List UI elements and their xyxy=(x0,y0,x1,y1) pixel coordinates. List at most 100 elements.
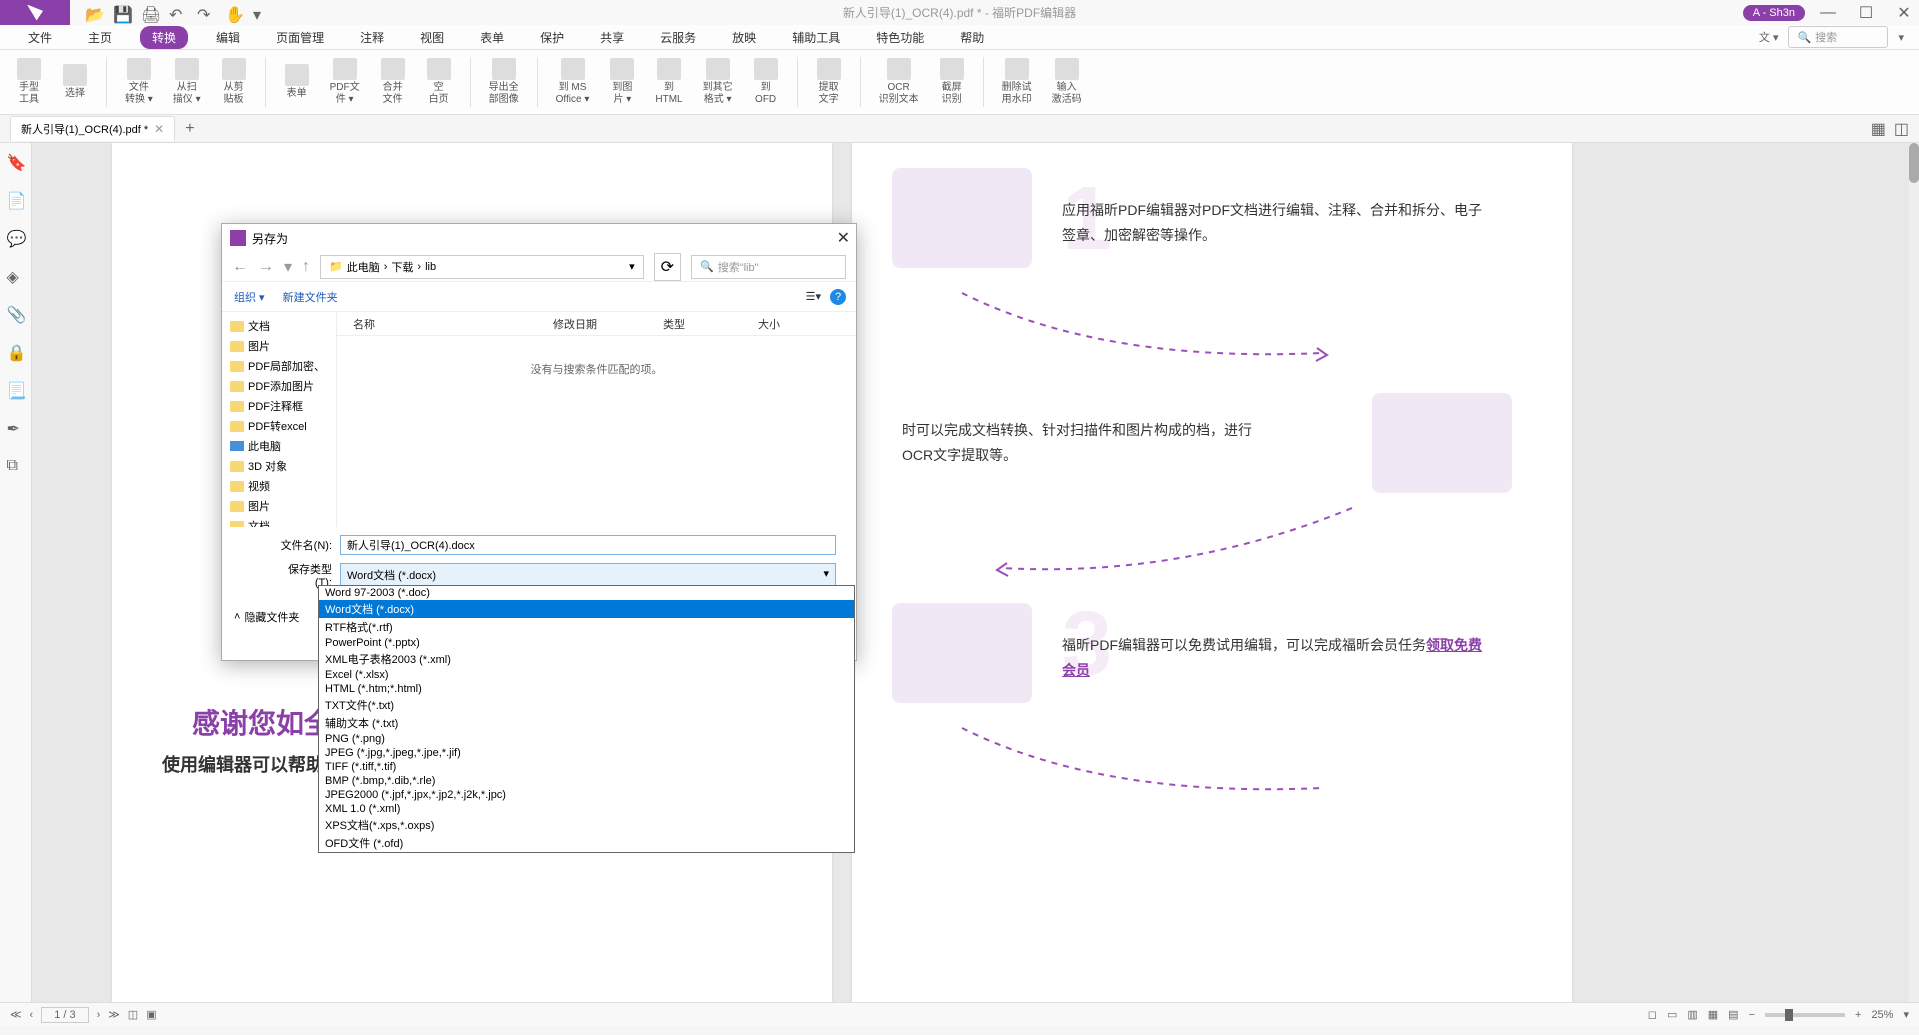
zoom-dropdown-icon[interactable]: ▾ xyxy=(1903,1008,1909,1021)
ribbon-button-6[interactable]: PDF文 件 ▾ xyxy=(324,56,366,108)
search-box[interactable]: 🔍 搜索 xyxy=(1788,26,1888,48)
nav-forward-icon[interactable]: → xyxy=(258,258,274,276)
view-mode-5[interactable]: ▤ xyxy=(1728,1008,1738,1021)
view-mode-4[interactable]: ▦ xyxy=(1708,1008,1718,1021)
ribbon-button-18[interactable]: 删除试 用水印 xyxy=(996,56,1038,108)
redo-icon[interactable]: ↷ xyxy=(197,5,213,21)
attachment-icon[interactable]: 📎 xyxy=(7,305,25,323)
close-button[interactable]: ✕ xyxy=(1889,0,1919,25)
dropdown-option[interactable]: RTF格式(*.rtf) xyxy=(319,618,854,636)
dropdown-option[interactable]: Excel (*.xlsx) xyxy=(319,668,854,682)
collapse-ribbon-icon[interactable]: ▾ xyxy=(1898,31,1904,44)
ribbon-button-12[interactable]: 到 HTML xyxy=(649,56,688,108)
ribbon-button-0[interactable]: 手型 工具 xyxy=(10,56,48,108)
page-info[interactable]: 1 / 3 xyxy=(41,1007,88,1023)
tree-item[interactable]: 文档 xyxy=(226,516,332,527)
security-icon[interactable]: 🔒 xyxy=(7,343,25,361)
bookmark-icon[interactable]: 🔖 xyxy=(7,153,25,171)
filetype-select[interactable]: Word文档 (*.docx) ▾ xyxy=(340,563,836,587)
help-icon[interactable]: ? xyxy=(830,289,846,305)
dropdown-option[interactable]: XPS文档(*.xps,*.oxps) xyxy=(319,816,854,834)
last-page-icon[interactable]: ≫ xyxy=(108,1008,120,1021)
ribbon-button-14[interactable]: 到 OFD xyxy=(747,56,785,108)
prev-page-icon[interactable]: ‹ xyxy=(30,1009,34,1021)
nav-up-icon[interactable]: ↑ xyxy=(302,258,310,276)
filename-input[interactable] xyxy=(340,535,836,555)
dropdown-option[interactable]: Word 97-2003 (*.doc) xyxy=(319,586,854,600)
panel-icon[interactable]: ◫ xyxy=(1894,119,1909,139)
tree-item[interactable]: 图片 xyxy=(226,496,332,516)
menu-help[interactable]: 帮助 xyxy=(952,26,992,49)
filetype-dropdown[interactable]: Word 97-2003 (*.doc)Word文档 (*.docx)RTF格式… xyxy=(318,585,855,853)
menu-view[interactable]: 视图 xyxy=(412,26,452,49)
dropdown-option[interactable]: XML 1.0 (*.xml) xyxy=(319,802,854,816)
menu-home[interactable]: 主页 xyxy=(80,26,120,49)
new-folder-button[interactable]: 新建文件夹 xyxy=(283,289,338,305)
dropdown-option[interactable]: TIFF (*.tiff,*.tif) xyxy=(319,760,854,774)
zoom-in-icon[interactable]: + xyxy=(1855,1009,1861,1021)
col-size[interactable]: 大小 xyxy=(758,316,818,332)
tab-close-icon[interactable]: ✕ xyxy=(154,122,164,136)
ribbon-button-17[interactable]: 截屏 识别 xyxy=(933,56,971,108)
ribbon-button-15[interactable]: 提取 文字 xyxy=(810,56,848,108)
zoom-level[interactable]: 25% xyxy=(1871,1009,1893,1021)
menu-share[interactable]: 共享 xyxy=(592,26,632,49)
tree-item[interactable]: 3D 对象 xyxy=(226,456,332,476)
user-badge[interactable]: A - Sh3n xyxy=(1743,5,1805,21)
ribbon-button-3[interactable]: 从扫 描仪 ▾ xyxy=(167,56,207,108)
view-options-icon[interactable]: ☰▾ xyxy=(806,290,821,303)
menu-edit[interactable]: 编辑 xyxy=(208,26,248,49)
dropdown-option[interactable]: Word文档 (*.docx) xyxy=(319,600,854,618)
ribbon-button-8[interactable]: 空 白页 xyxy=(420,56,458,108)
save-icon[interactable]: 💾 xyxy=(113,5,129,21)
tree-item[interactable]: PDF添加图片 xyxy=(226,376,332,396)
tree-item[interactable]: 此电脑 xyxy=(226,436,332,456)
tree-item[interactable]: 视频 xyxy=(226,476,332,496)
crumb-2[interactable]: lib xyxy=(425,261,436,273)
zoom-slider-thumb[interactable] xyxy=(1785,1009,1793,1021)
first-page-icon[interactable]: ≪ xyxy=(10,1008,22,1021)
menu-annotate[interactable]: 注释 xyxy=(352,26,392,49)
layers-icon[interactable]: ◈ xyxy=(7,267,25,285)
tree-item[interactable]: PDF局部加密、 xyxy=(226,356,332,376)
ribbon-button-16[interactable]: OCR 识别文本 xyxy=(873,56,925,108)
file-list[interactable]: 名称 修改日期 类型 大小 没有与搜索条件匹配的项。 xyxy=(337,312,856,527)
compare-icon[interactable]: ⧉ xyxy=(7,457,25,475)
grid-view-icon[interactable]: ▦ xyxy=(1871,119,1886,139)
tree-item[interactable]: PDF转excel xyxy=(226,416,332,436)
qat-dropdown-icon[interactable]: ▾ xyxy=(253,5,269,21)
dropdown-option[interactable]: TXT文件(*.txt) xyxy=(319,696,854,714)
tree-item[interactable]: PDF注释框 xyxy=(226,396,332,416)
ribbon-button-10[interactable]: 到 MS Office ▾ xyxy=(550,56,596,108)
minimize-button[interactable]: — xyxy=(1813,0,1843,25)
menu-aux[interactable]: 辅助工具 xyxy=(784,26,848,49)
menu-play[interactable]: 放映 xyxy=(724,26,764,49)
crumb-0[interactable]: 此电脑 xyxy=(347,259,380,275)
menu-file[interactable]: 文件 xyxy=(20,26,60,49)
scrollbar-thumb[interactable] xyxy=(1909,143,1919,183)
col-type[interactable]: 类型 xyxy=(663,316,758,332)
maximize-button[interactable]: ☐ xyxy=(1851,0,1881,25)
zoom-out-icon[interactable]: − xyxy=(1749,1009,1755,1021)
dropdown-option[interactable]: JPEG2000 (*.jpf,*.jpx,*.jp2,*.j2k,*.jpc) xyxy=(319,788,854,802)
pages-icon[interactable]: 📄 xyxy=(7,191,25,209)
dropdown-option[interactable]: PNG (*.png) xyxy=(319,732,854,746)
ribbon-button-5[interactable]: 表单 xyxy=(278,62,316,102)
col-date[interactable]: 修改日期 xyxy=(553,316,663,332)
zoom-slider[interactable] xyxy=(1765,1013,1845,1017)
ribbon-button-11[interactable]: 到图 片 ▾ xyxy=(603,56,641,108)
ribbon-button-2[interactable]: 文件 转换 ▾ xyxy=(119,56,159,108)
hand-icon[interactable]: ✋ xyxy=(225,5,241,21)
new-tab-button[interactable]: + xyxy=(185,120,194,138)
refresh-icon[interactable]: ⟳ xyxy=(654,253,681,281)
folder-tree[interactable]: 文档图片 PDF局部加密、PDF添加图片PDF注释框PDF转excel此电脑3D … xyxy=(222,312,337,527)
undo-icon[interactable]: ↶ xyxy=(169,5,185,21)
ribbon-button-1[interactable]: 选择 xyxy=(56,62,94,102)
dialog-close-button[interactable]: ✕ xyxy=(837,228,850,248)
dropdown-option[interactable]: HTML (*.htm;*.html) xyxy=(319,682,854,696)
comments-icon[interactable]: 💬 xyxy=(7,229,25,247)
menu-cloud[interactable]: 云服务 xyxy=(652,26,704,49)
ribbon-button-9[interactable]: 导出全 部图像 xyxy=(483,56,525,108)
menu-page[interactable]: 页面管理 xyxy=(268,26,332,49)
layout-icon-2[interactable]: ▣ xyxy=(146,1008,156,1021)
